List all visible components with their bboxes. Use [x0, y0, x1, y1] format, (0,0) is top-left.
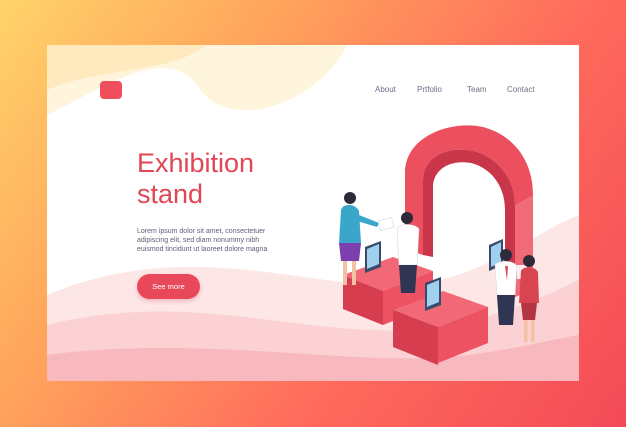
hero-title: Exhibition stand: [137, 148, 254, 210]
nav-team-link[interactable]: Team: [467, 85, 487, 94]
exhibition-stand-illustration: [339, 125, 539, 365]
top-navigation: About Prtfolio Team Contact: [47, 85, 579, 99]
nav-about-link[interactable]: About: [375, 85, 396, 94]
hero-description: Lorem ipsum dolor sit amet, consectetuer…: [137, 227, 277, 254]
landing-page-card: About Prtfolio Team Contact Exhibition s…: [47, 45, 579, 381]
see-more-button[interactable]: See more: [137, 274, 200, 299]
nav-portfolio-link[interactable]: Prtfolio: [417, 85, 442, 94]
hero-description-line2: adipiscing elit, sed diam nonummy nibh: [137, 237, 260, 244]
hero-description-line1: Lorem ipsum dolor sit amet, consectetuer: [137, 228, 266, 235]
hero-title-line2: stand: [137, 179, 204, 209]
hero-title-line1: Exhibition: [137, 148, 255, 178]
hero-description-line3: euismod tincidunt ut laoreet dolore magn…: [137, 246, 268, 253]
nav-contact-link[interactable]: Contact: [507, 85, 535, 94]
